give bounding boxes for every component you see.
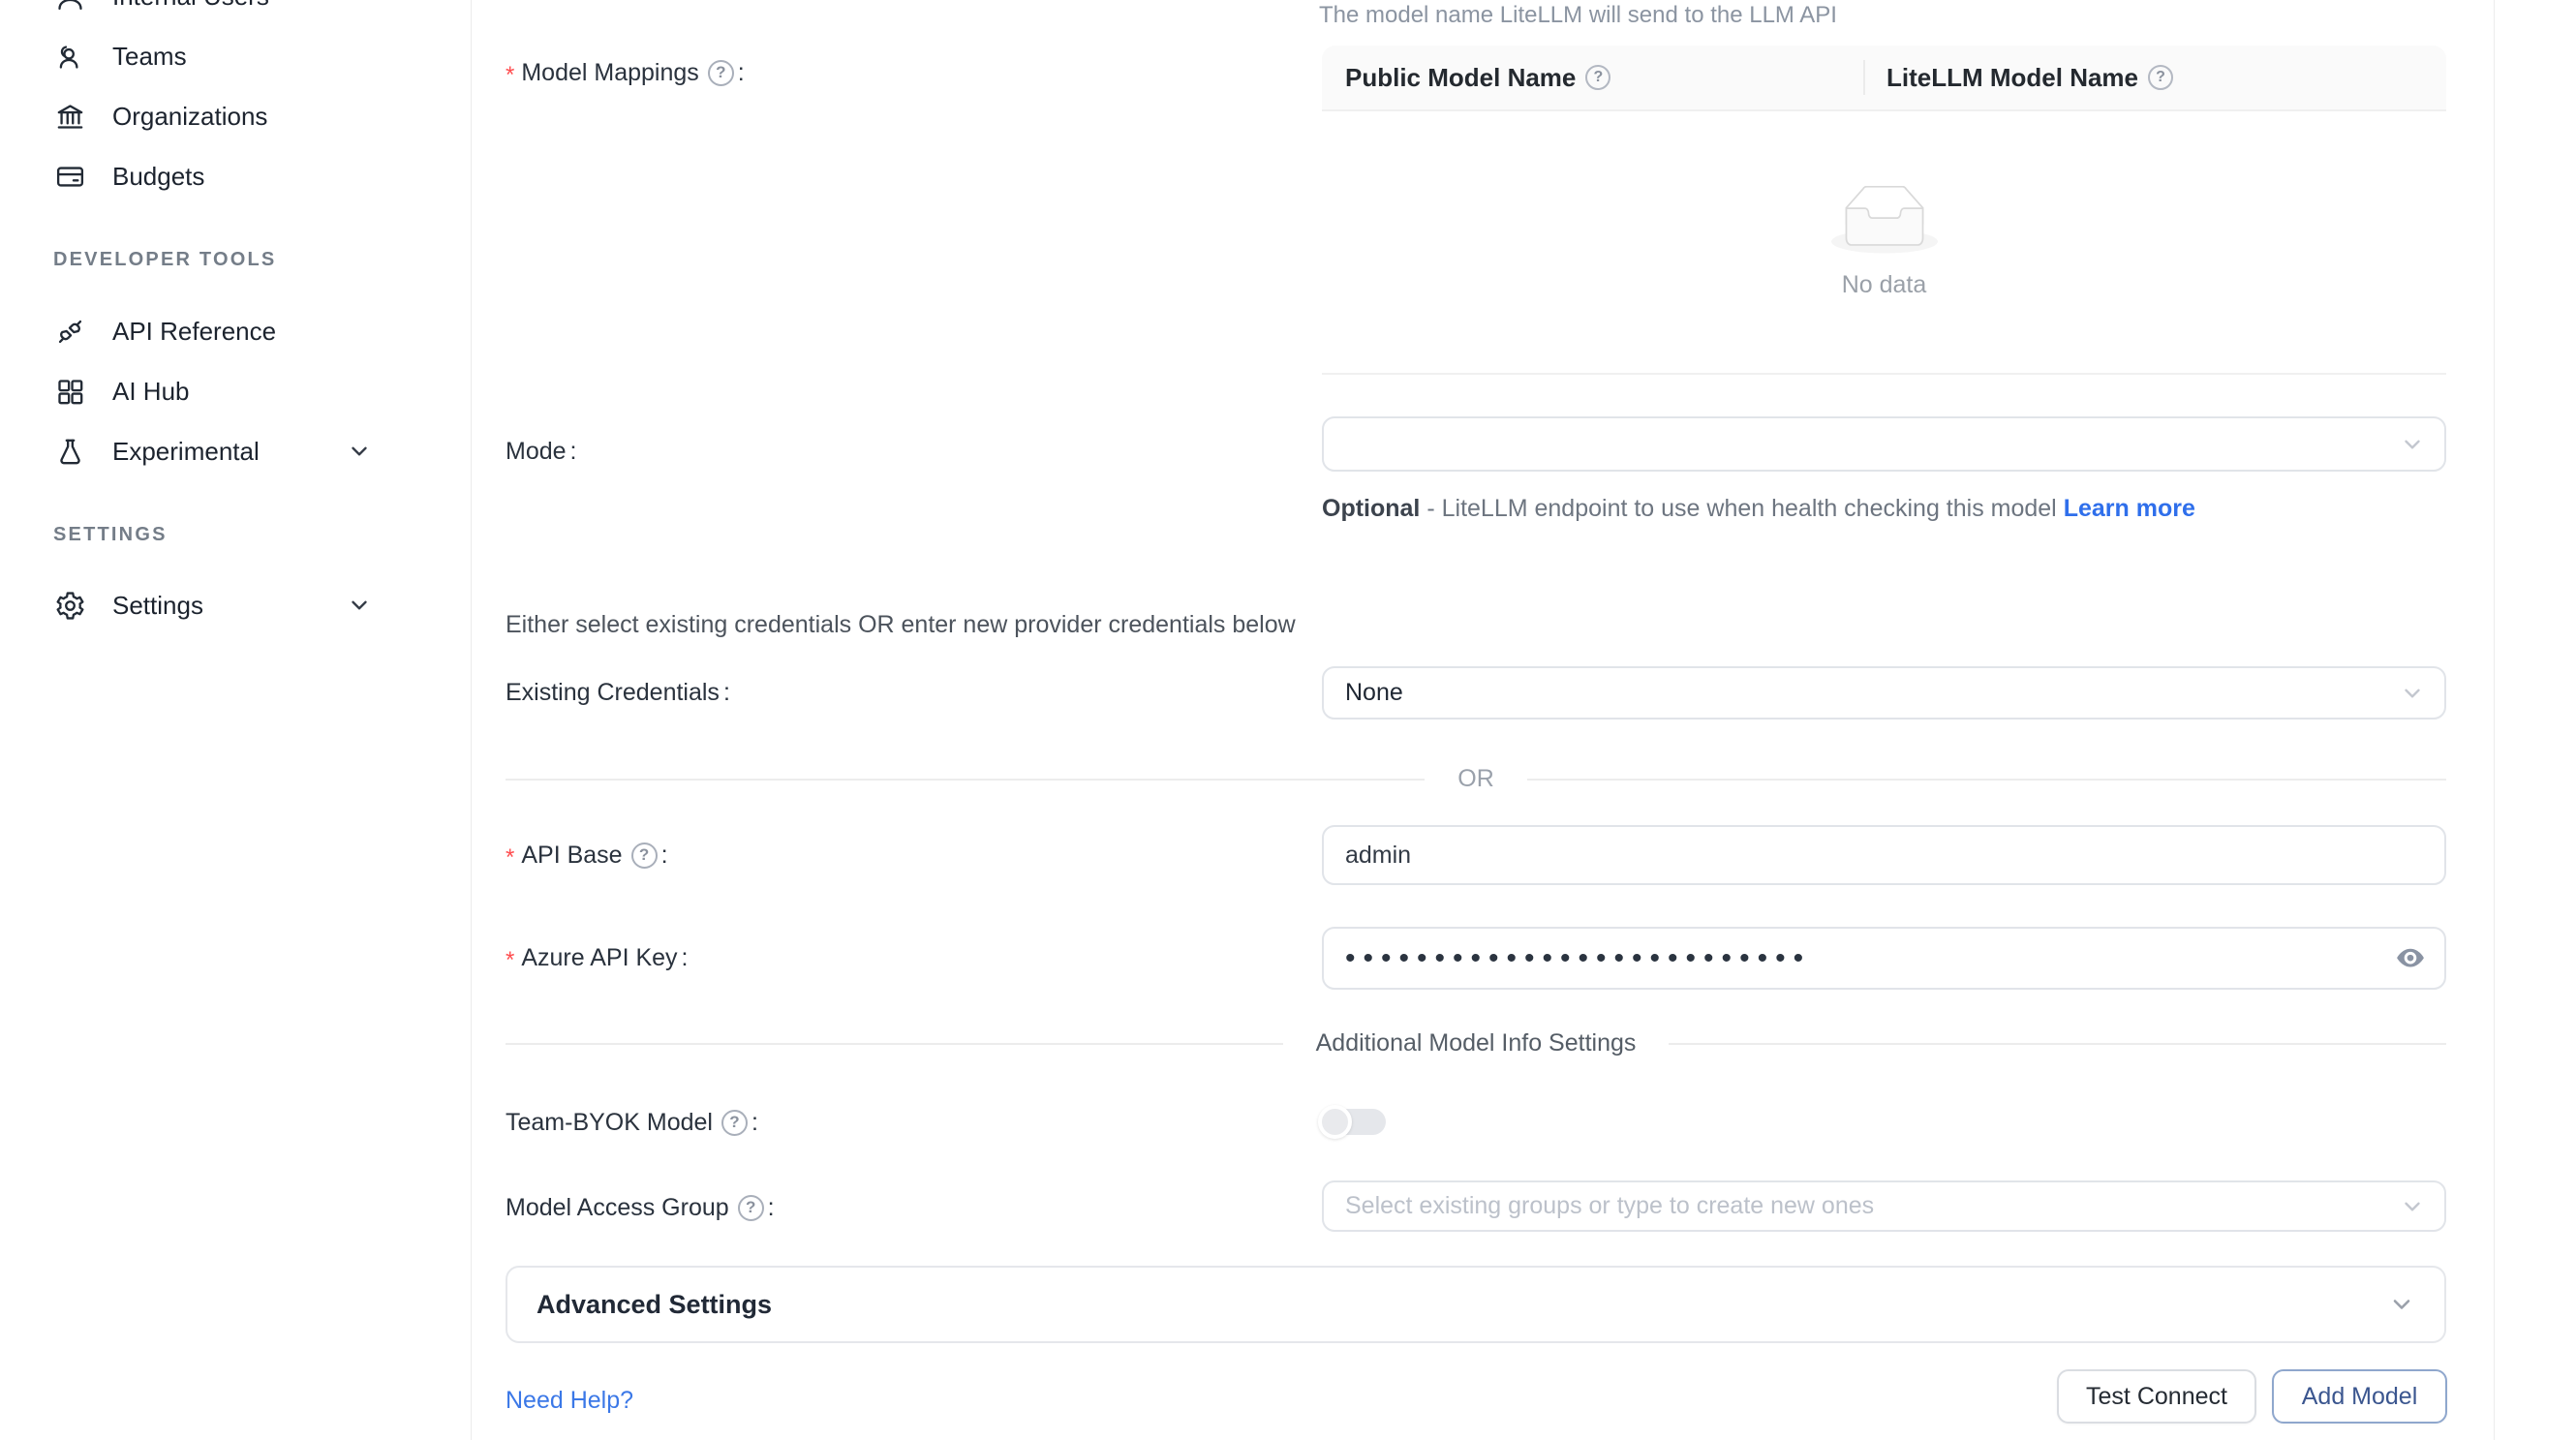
sidebar-section-developer-tools: DEVELOPER TOOLS [53,247,471,272]
column-header-litellm-model-name: LiteLLM Model Name ? [1863,46,2446,109]
sidebar-item-organizations[interactable]: Organizations [0,86,471,146]
advanced-settings-title: Advanced Settings [537,1290,772,1320]
azure-api-key-field [1322,927,2446,990]
table-empty-state: No data [1322,111,2446,375]
model-name-helper-text: The model name LiteLLM will send to the … [1319,2,1837,29]
sidebar-nav: Internal Users Teams Organizations Budge… [0,0,471,635]
model-mappings-table: Public Model Name ? LiteLLM Model Name ? [1322,46,2446,375]
sidebar-item-api-reference[interactable]: API Reference [0,301,471,361]
sidebar-item-label: Experimental [112,437,260,467]
chevron-down-icon [2400,681,2425,706]
grid-icon [53,375,86,408]
no-data-text: No data [1842,271,1927,299]
help-icon[interactable]: ? [2148,65,2173,90]
mode-select[interactable] [1322,416,2446,472]
add-model-button[interactable]: Add Model [2272,1369,2447,1424]
model-mappings-label: * Model Mappings ? : [506,56,745,89]
api-base-label: * API Base ? : [506,839,668,872]
sidebar-item-label: Budgets [112,162,204,192]
azure-api-key-label: * Azure API Key : [506,941,689,974]
chevron-down-icon [2400,1194,2425,1219]
existing-credentials-label: Existing Credentials : [506,676,730,709]
sidebar-item-internal-users[interactable]: Internal Users [0,0,471,26]
sidebar-item-label: Organizations [112,102,267,132]
required-asterisk: * [506,844,514,872]
team-byok-toggle[interactable] [1320,1109,1386,1135]
chevron-down-icon [347,593,372,618]
sidebar-item-label: Internal Users [112,0,269,12]
sidebar-item-ai-hub[interactable]: AI Hub [0,361,471,421]
credit-card-icon [53,160,86,193]
api-base-field [1322,825,2446,885]
azure-api-key-input[interactable] [1324,929,2444,988]
existing-credentials-select[interactable]: None [1322,666,2446,720]
sidebar-item-label: Teams [112,42,187,72]
required-asterisk: * [506,947,514,974]
sidebar-item-label: API Reference [112,317,276,347]
select-placeholder: Select existing groups or type to create… [1324,1192,1874,1220]
help-icon[interactable]: ? [708,60,734,86]
eye-icon[interactable] [2394,942,2427,975]
test-connect-button[interactable]: Test Connect [2057,1369,2256,1424]
api-base-input[interactable] [1324,827,2444,883]
users-icon [53,40,86,73]
need-help-link[interactable]: Need Help? [506,1387,633,1415]
credentials-note: Either select existing credentials OR en… [506,611,1296,639]
chevron-down-icon [347,439,372,464]
sidebar-item-teams[interactable]: Teams [0,26,471,86]
sidebar-item-label: Settings [112,591,203,621]
required-asterisk: * [506,62,514,89]
mode-helper-text: Optional - LiteLLM endpoint to use when … [1322,489,2203,529]
column-header-public-model-name: Public Model Name ? [1322,46,1863,109]
help-icon[interactable]: ? [1585,65,1610,90]
sidebar-item-settings[interactable]: Settings [0,575,471,635]
bank-icon [53,100,86,133]
api-plug-icon [53,315,86,348]
flask-icon [53,435,86,468]
model-access-group-label: Model Access Group ? : [506,1191,775,1224]
sidebar-item-label: AI Hub [112,377,190,407]
help-icon[interactable]: ? [631,843,658,869]
add-model-form: The model name LiteLLM will send to the … [473,0,2495,1440]
learn-more-link[interactable]: Learn more [2064,495,2195,522]
empty-box-icon [1831,186,1938,256]
table-header-row: Public Model Name ? LiteLLM Model Name ? [1322,46,2446,111]
user-icon [53,0,86,13]
sidebar-section-settings: SETTINGS [53,522,471,547]
sidebar: Internal Users Teams Organizations Budge… [0,0,472,1440]
gear-icon [53,589,86,622]
help-icon[interactable]: ? [721,1110,748,1136]
chevron-down-icon [2388,1291,2415,1318]
help-icon[interactable]: ? [738,1195,764,1221]
additional-settings-divider: Additional Model Info Settings [506,1029,2446,1057]
mode-label: Mode : [506,435,577,468]
footer-buttons: Test Connect Add Model [2057,1369,2447,1424]
toggle-knob [1318,1105,1352,1139]
sidebar-item-experimental[interactable]: Experimental [0,421,471,481]
add-model-page: Internal Users Teams Organizations Budge… [0,0,2576,1440]
sidebar-item-budgets[interactable]: Budgets [0,146,471,206]
model-access-group-select[interactable]: Select existing groups or type to create… [1322,1180,2446,1232]
advanced-settings-panel[interactable]: Advanced Settings [506,1266,2446,1343]
team-byok-label: Team-BYOK Model ? : [506,1106,758,1139]
or-divider: OR [506,765,2446,793]
chevron-down-icon [2400,432,2425,457]
